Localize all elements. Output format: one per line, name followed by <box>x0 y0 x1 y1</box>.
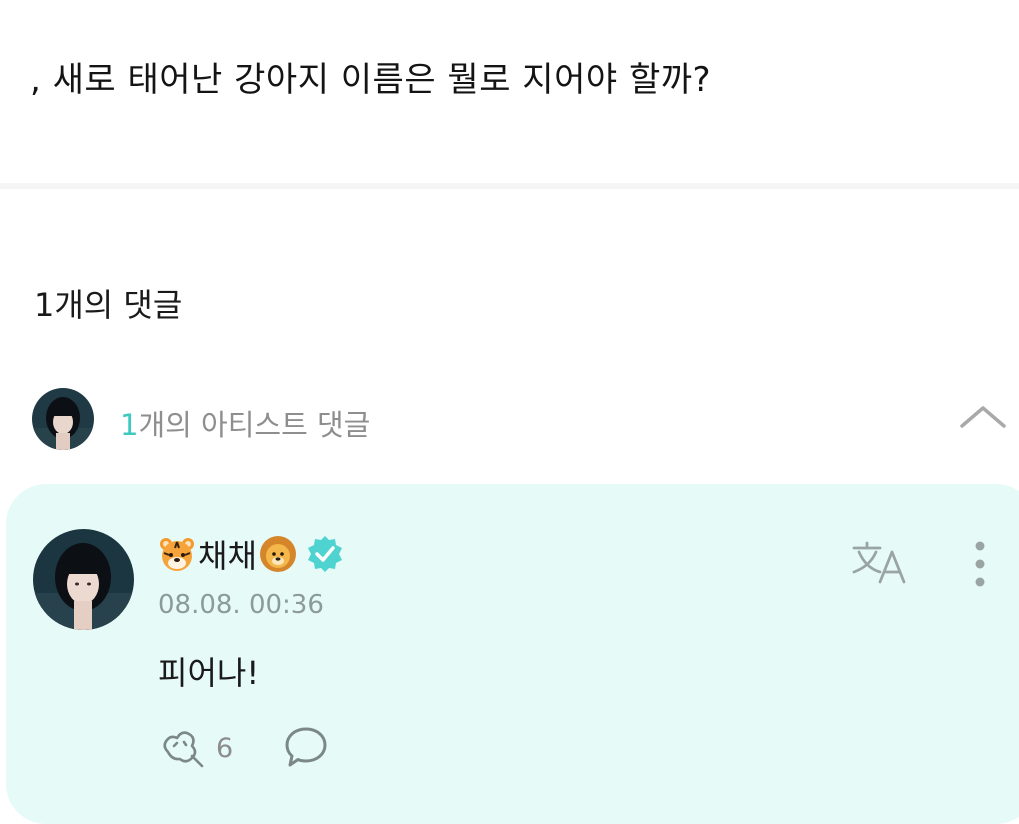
reply-icon[interactable] <box>282 724 330 770</box>
tiger-face-icon <box>158 535 196 573</box>
like-button[interactable]: 6 <box>158 726 233 770</box>
comment-timestamp: 08.08. 00:36 <box>158 590 324 620</box>
more-options-icon[interactable] <box>968 540 992 588</box>
like-count: 6 <box>216 732 234 764</box>
comment-author[interactable]: 채채 <box>158 534 345 575</box>
lion-face-icon <box>259 535 297 573</box>
comments-count-heading: 1개의 댓글 <box>34 286 183 324</box>
artist-avatar <box>32 388 94 450</box>
artist-comments-text: 개의 아티스트 댓글 <box>138 408 371 442</box>
comment-text: 피어나! <box>158 654 260 692</box>
avatar[interactable] <box>33 529 134 630</box>
translate-icon[interactable] <box>850 540 910 585</box>
chevron-up-icon[interactable] <box>958 402 1008 432</box>
author-name: 채채 <box>198 537 257 575</box>
artist-comments-label: 1개의 아티스트 댓글 <box>120 402 370 444</box>
artist-comments-toggle[interactable]: 1개의 아티스트 댓글 <box>0 388 1019 452</box>
section-divider <box>0 183 1019 189</box>
post-title: , 새로 태어난 강아지 이름은 뭘로 지어야 할까? <box>30 60 712 100</box>
like-icon <box>158 726 206 770</box>
artist-comments-count: 1 <box>120 408 139 442</box>
verified-badge-icon <box>305 534 345 574</box>
